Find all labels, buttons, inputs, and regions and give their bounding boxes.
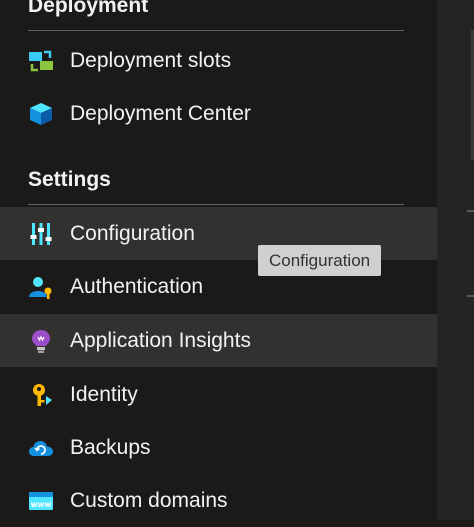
divider-tick bbox=[467, 210, 474, 212]
svg-text:www: www bbox=[31, 500, 52, 509]
sidebar-item-application-insights[interactable]: Application Insights bbox=[0, 314, 437, 367]
sidebar-item-label: Authentication bbox=[70, 274, 204, 298]
www-domain-icon: www bbox=[28, 488, 54, 514]
sidebar-item-custom-domains[interactable]: www Custom domains bbox=[0, 474, 437, 527]
sidebar-item-label: Deployment Center bbox=[70, 101, 251, 125]
section-divider bbox=[28, 204, 404, 205]
sidebar-item-deployment-slots[interactable]: Deployment slots bbox=[0, 34, 437, 87]
deployment-center-cube-icon bbox=[28, 101, 54, 127]
divider-tick bbox=[467, 295, 474, 297]
sidebar-item-label: Backups bbox=[70, 435, 151, 459]
identity-key-icon bbox=[28, 382, 54, 408]
configuration-sliders-icon bbox=[28, 221, 54, 247]
authentication-user-key-icon bbox=[28, 274, 54, 300]
backup-cloud-icon bbox=[28, 435, 54, 461]
section-title-deployment: Deployment bbox=[28, 0, 149, 17]
sidebar-item-label: Application Insights bbox=[70, 328, 251, 352]
sidebar-item-identity[interactable]: Identity bbox=[0, 368, 437, 421]
section-divider bbox=[28, 30, 404, 31]
section-title-settings: Settings bbox=[28, 168, 111, 191]
content-pane-edge bbox=[437, 0, 474, 520]
sidebar-item-label: Custom domains bbox=[70, 488, 228, 512]
sidebar-item-backups[interactable]: Backups bbox=[0, 421, 437, 474]
deployment-slots-icon bbox=[28, 48, 54, 74]
sidebar-item-deployment-center[interactable]: Deployment Center bbox=[0, 87, 437, 140]
sidebar-item-label: Identity bbox=[70, 382, 138, 406]
configuration-tooltip: Configuration bbox=[258, 245, 382, 276]
lightbulb-icon bbox=[28, 328, 54, 354]
sidebar-item-label: Deployment slots bbox=[70, 48, 232, 72]
sidebar-item-label: Configuration bbox=[70, 221, 195, 245]
